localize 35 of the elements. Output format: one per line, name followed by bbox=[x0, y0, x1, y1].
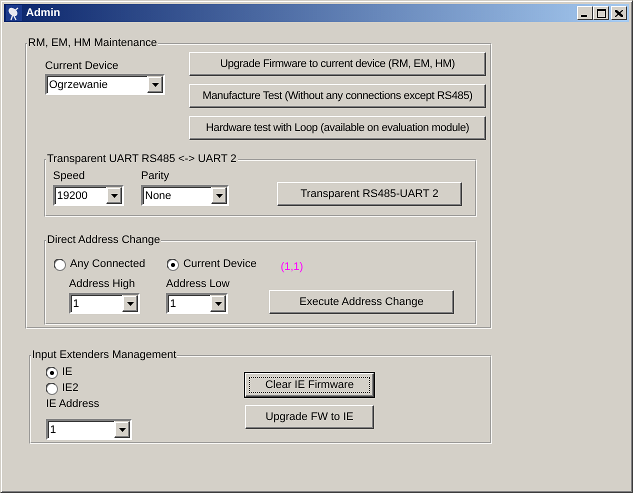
group-title: Input Extenders Management bbox=[31, 349, 178, 362]
field-label: Parity bbox=[141, 170, 170, 183]
group-title: RM, EM, HM Maintenance bbox=[27, 37, 158, 50]
dropdown[interactable]: 1 bbox=[166, 293, 228, 314]
push-button[interactable]: Execute Address Change bbox=[269, 290, 454, 314]
dropdown[interactable]: Ogrzewanie bbox=[45, 74, 165, 95]
field-label: Address High bbox=[69, 278, 136, 291]
field-label: Current Device bbox=[45, 60, 120, 73]
dropdown[interactable]: 1 bbox=[46, 419, 132, 440]
push-button[interactable]: Manufacture Test (Without any connections except RS485) bbox=[189, 84, 486, 108]
push-button[interactable]: Hardware test with Loop (available on evaluation module) bbox=[189, 116, 486, 140]
radio-option[interactable]: IE bbox=[46, 366, 245, 379]
maximize-icon bbox=[596, 8, 606, 18]
dropdown[interactable]: 1 bbox=[69, 293, 140, 314]
address-note: (1,1) bbox=[280, 261, 304, 273]
group-title: Transparent UART RS485 <-> UART 2 bbox=[46, 153, 238, 166]
field-label: IE Address bbox=[46, 398, 100, 411]
satellite-dish-icon bbox=[6, 5, 22, 21]
radio-option[interactable]: IE2 bbox=[46, 382, 245, 395]
push-button[interactable]: Clear IE Firmware bbox=[245, 373, 374, 397]
push-button[interactable]: Transparent RS485-UART 2 bbox=[277, 182, 462, 206]
radio-option[interactable]: Current Device bbox=[167, 258, 257, 271]
window-control-button[interactable] bbox=[611, 6, 627, 20]
window-control-button[interactable] bbox=[593, 6, 609, 20]
window-title: Admin bbox=[26, 7, 62, 19]
dropdown[interactable]: None bbox=[141, 185, 229, 206]
dropdown[interactable]: 19200 bbox=[53, 185, 124, 206]
group-title: Direct Address Change bbox=[46, 234, 162, 247]
push-button[interactable]: Upgrade FW to IE bbox=[245, 405, 374, 429]
push-button[interactable]: Upgrade Firmware to current device (RM, EM, HM) bbox=[189, 52, 486, 76]
window-control-button[interactable] bbox=[577, 6, 593, 20]
field-label: Address Low bbox=[166, 278, 228, 291]
close-icon bbox=[615, 10, 623, 16]
field-label: Speed bbox=[53, 170, 86, 183]
radio-option[interactable]: Any Connected bbox=[54, 258, 146, 271]
